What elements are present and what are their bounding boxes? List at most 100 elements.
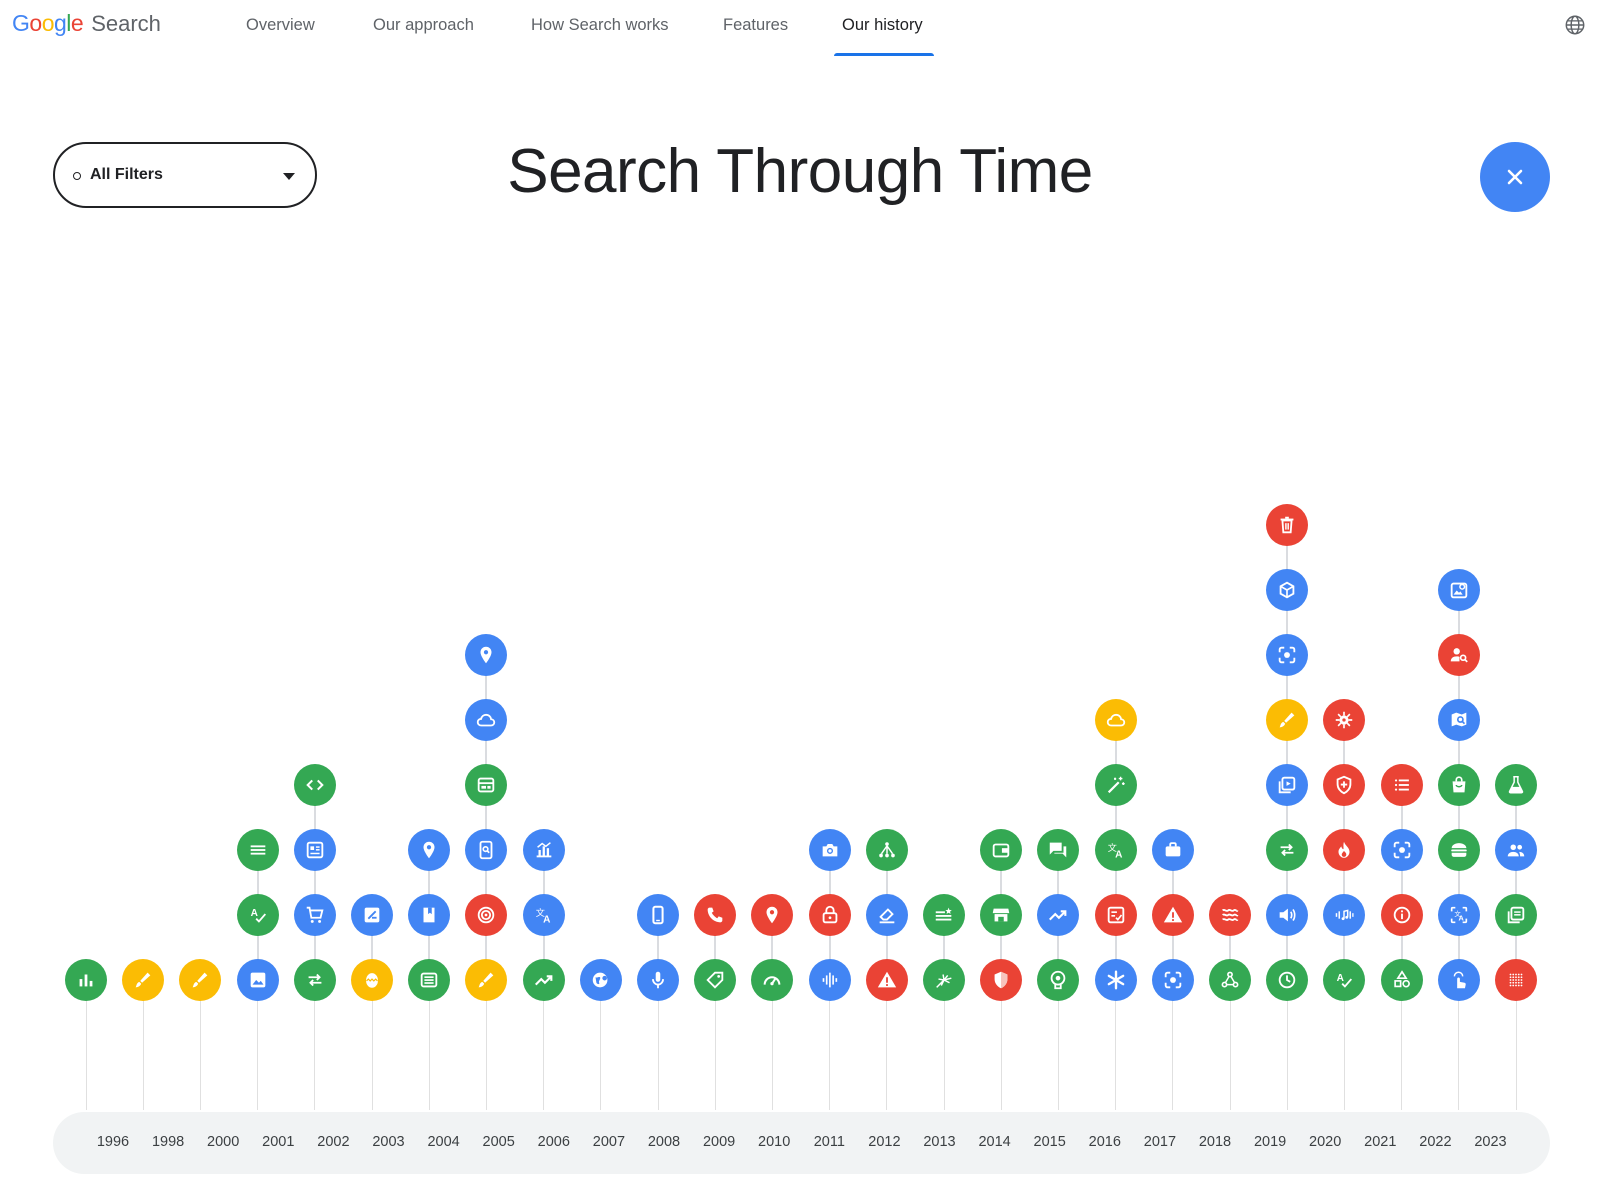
timeline-node-nodes[interactable]	[1209, 959, 1251, 1001]
timeline-node-spellcheck[interactable]: A	[1323, 959, 1366, 1001]
timeline-node-info[interactable]	[1380, 894, 1423, 936]
timeline-node-translate[interactable]: 文A	[1094, 829, 1137, 871]
timeline-node-shopping-bag[interactable]	[1437, 764, 1480, 806]
timeline-node-brush[interactable]	[122, 959, 165, 1001]
timeline-node-wallet[interactable]	[980, 829, 1023, 871]
timeline-node-analytics[interactable]	[522, 829, 565, 871]
timeline-node-call[interactable]	[694, 894, 737, 936]
timeline-node-swap[interactable]	[293, 959, 336, 1001]
timeline-node-image-search[interactable]	[1437, 569, 1480, 611]
timeline-node-target[interactable]	[465, 894, 508, 936]
year-label[interactable]: 2002	[317, 1134, 349, 1150]
timeline-node-shapes[interactable]	[1380, 959, 1423, 1001]
timeline-node-map-search[interactable]	[1437, 699, 1480, 741]
timeline-node-grid-dots[interactable]	[1495, 959, 1537, 1001]
year-label[interactable]: 2019	[1254, 1134, 1286, 1150]
timeline-node-magic-wand[interactable]	[1094, 764, 1137, 806]
year-label[interactable]: 2012	[868, 1134, 900, 1150]
year-label[interactable]: 2007	[593, 1134, 625, 1150]
timeline-node-flask[interactable]	[1495, 764, 1537, 806]
year-label[interactable]: 1996	[97, 1134, 129, 1150]
timeline-node-clock[interactable]	[1266, 959, 1309, 1001]
timeline-node-menu[interactable]	[236, 829, 279, 871]
timeline-node-cloud[interactable]	[1094, 699, 1137, 741]
timeline-node-article[interactable]	[293, 829, 336, 871]
timeline-node-waveform[interactable]	[808, 959, 851, 1001]
timeline-node-waves[interactable]	[1209, 894, 1251, 936]
timeline-node-lock[interactable]	[808, 894, 851, 936]
year-label[interactable]: 2006	[538, 1134, 570, 1150]
timeline-node-book[interactable]	[408, 894, 451, 936]
timeline-node-location[interactable]	[408, 829, 451, 871]
timeline-node-newspaper[interactable]	[408, 959, 451, 1001]
timeline-node-library[interactable]	[1495, 894, 1537, 936]
timeline-node-image[interactable]	[236, 959, 279, 1001]
timeline-node-list[interactable]	[1380, 764, 1423, 806]
year-label[interactable]: 2018	[1199, 1134, 1231, 1150]
timeline-node-code[interactable]	[293, 764, 336, 806]
year-label[interactable]: 2015	[1034, 1134, 1066, 1150]
timeline-node-cube[interactable]	[1266, 569, 1309, 611]
year-label[interactable]: 2003	[372, 1134, 404, 1150]
timeline-node-psychology[interactable]	[1037, 959, 1080, 1001]
timeline-node-person-search[interactable]	[1437, 634, 1480, 676]
year-label[interactable]: 2001	[262, 1134, 294, 1150]
timeline-node-briefcase[interactable]	[1151, 829, 1194, 871]
timeline-node-cloud[interactable]	[465, 699, 508, 741]
timeline-node-swap[interactable]	[1266, 829, 1309, 871]
timeline-node-video-library[interactable]	[1266, 764, 1309, 806]
timeline-node-warning[interactable]	[1151, 894, 1194, 936]
timeline-node-web[interactable]	[465, 764, 508, 806]
timeline-node-egg[interactable]	[351, 959, 393, 1001]
timeline-node-location[interactable]	[465, 634, 508, 676]
timeline-node-brush[interactable]	[465, 959, 508, 1001]
timeline-node-translate-lens[interactable]: 文A	[1437, 894, 1480, 936]
timeline-node-tap[interactable]	[1437, 959, 1480, 1001]
nav-tab-overview[interactable]: Overview	[246, 16, 315, 35]
globe-icon[interactable]	[1564, 14, 1586, 36]
timeline-node-chat[interactable]	[1037, 829, 1080, 871]
timeline-node-spellcheck[interactable]: A	[236, 894, 279, 936]
nav-tab-features[interactable]: Features	[723, 16, 788, 35]
timeline-node-brush[interactable]	[1266, 699, 1309, 741]
year-label[interactable]: 2010	[758, 1134, 790, 1150]
timeline-node-translate[interactable]: 文A	[522, 894, 565, 936]
timeline-node-warning[interactable]	[865, 959, 908, 1001]
timeline-node-speed[interactable]	[751, 959, 794, 1001]
timeline-node-shield-plus[interactable]	[1323, 764, 1366, 806]
nav-tab-our-approach[interactable]: Our approach	[373, 16, 474, 35]
timeline-node-sparkle-burst[interactable]	[923, 959, 965, 1001]
timeline-node-eraser[interactable]	[865, 894, 908, 936]
close-button[interactable]	[1480, 142, 1550, 212]
year-label[interactable]: 2000	[207, 1134, 239, 1150]
timeline-node-shield[interactable]	[980, 959, 1023, 1001]
timeline-node-delete[interactable]	[1266, 504, 1309, 546]
timeline-node-smartphone[interactable]	[637, 894, 679, 936]
timeline-node-lens[interactable]	[1151, 959, 1194, 1001]
timeline-node-mic[interactable]	[637, 959, 679, 1001]
timeline-node-trending[interactable]	[1037, 894, 1080, 936]
year-label[interactable]: 2021	[1364, 1134, 1396, 1150]
timeline-node-edit-square[interactable]	[351, 894, 393, 936]
timeline-node-asterisk[interactable]	[1094, 959, 1137, 1001]
year-label[interactable]: 2011	[814, 1134, 845, 1150]
google-search-logo[interactable]: Google Search	[12, 10, 161, 42]
timeline-node-list-star[interactable]	[923, 894, 965, 936]
year-label[interactable]: 2005	[483, 1134, 515, 1150]
year-label[interactable]: 2013	[923, 1134, 955, 1150]
year-label[interactable]: 2017	[1144, 1134, 1176, 1150]
nav-tab-our-history[interactable]: Our history	[842, 16, 923, 35]
timeline-node-burger[interactable]	[1437, 829, 1480, 871]
year-label[interactable]: 2008	[648, 1134, 680, 1150]
year-label[interactable]: 2014	[978, 1134, 1010, 1150]
timeline-node-location[interactable]	[751, 894, 794, 936]
timeline-node-virus[interactable]	[1323, 699, 1366, 741]
year-label[interactable]: 2022	[1419, 1134, 1451, 1150]
timeline-node-brush[interactable]	[179, 959, 222, 1001]
timeline-node-store[interactable]	[980, 894, 1023, 936]
timeline-node-camera[interactable]	[808, 829, 851, 871]
timeline-node-fire[interactable]	[1323, 829, 1366, 871]
nav-tab-how-search-works[interactable]: How Search works	[531, 16, 669, 35]
timeline-node-volume[interactable]	[1266, 894, 1309, 936]
timeline-node-trending[interactable]	[522, 959, 565, 1001]
